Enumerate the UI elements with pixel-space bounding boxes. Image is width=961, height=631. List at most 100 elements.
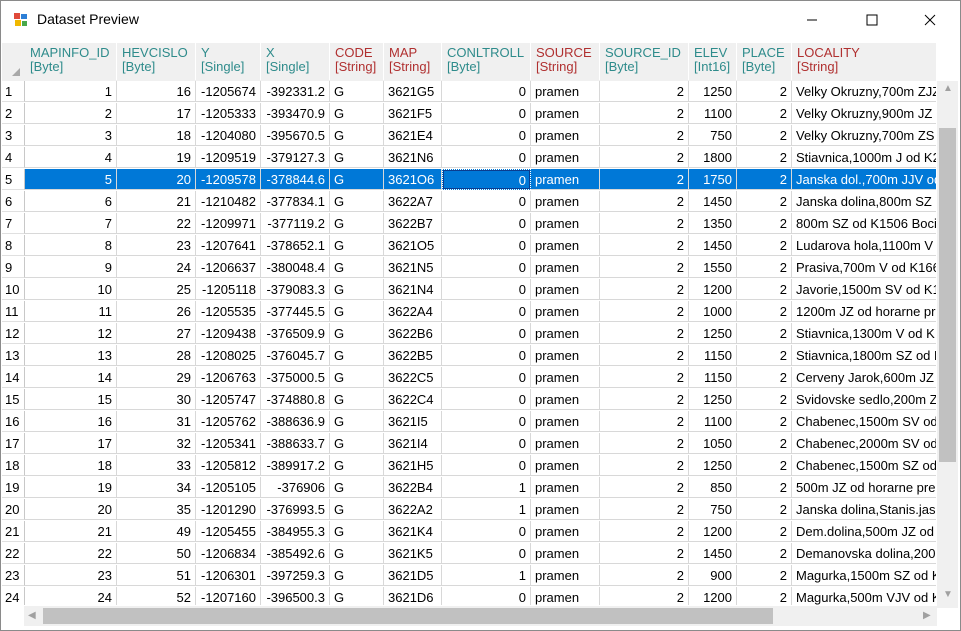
cell-y[interactable]: -1205812 [196, 455, 261, 476]
cell-map[interactable]: 3621I5 [384, 411, 442, 432]
table-row[interactable]: 17 17 32 -1205341 -388633.7 G 3621I4 0 pramen 2 10… [2, 433, 936, 455]
cell-hevcislo[interactable]: 22 [117, 213, 196, 234]
cell-source[interactable]: pramen [531, 521, 600, 542]
cell-source[interactable]: pramen [531, 499, 600, 520]
cell-mapinfo-id[interactable]: 21 [25, 521, 117, 542]
row-header[interactable]: 4 [2, 147, 25, 168]
cell-conltroll[interactable]: 0 [442, 433, 531, 454]
cell-hevcislo[interactable]: 20 [117, 169, 196, 190]
cell-elev[interactable]: 1150 [689, 367, 737, 388]
cell-place[interactable]: 2 [737, 301, 792, 322]
cell-map[interactable]: 3621D5 [384, 565, 442, 586]
column-header-hevcislo[interactable]: HEVCISLO [Byte] [117, 43, 196, 80]
cell-mapinfo-id[interactable]: 16 [25, 411, 117, 432]
cell-y[interactable]: -1205105 [196, 477, 261, 498]
cell-locality[interactable]: Chabenec,2000m SV od [792, 433, 936, 454]
minimize-button[interactable] [789, 1, 835, 39]
cell-source[interactable]: pramen [531, 301, 600, 322]
cell-hevcislo[interactable]: 25 [117, 279, 196, 300]
table-row[interactable]: 13 13 28 -1208025 -376045.7 G 3622B5 0 pramen 2 11… [2, 345, 936, 367]
cell-source[interactable]: pramen [531, 81, 600, 102]
cell-locality[interactable]: Cerveny Jarok,600m JZ [792, 367, 936, 388]
cell-place[interactable]: 2 [737, 323, 792, 344]
cell-source[interactable]: pramen [531, 191, 600, 212]
cell-mapinfo-id[interactable]: 7 [25, 213, 117, 234]
cell-y[interactable]: -1209971 [196, 213, 261, 234]
cell-code[interactable]: G [330, 389, 384, 410]
cell-elev[interactable]: 1100 [689, 103, 737, 124]
cell-map[interactable]: 3621E4 [384, 125, 442, 146]
cell-source-id[interactable]: 2 [600, 411, 689, 432]
cell-locality[interactable]: Janska dolina,800m SZ od [792, 191, 936, 212]
cell-code[interactable]: G [330, 367, 384, 388]
cell-map[interactable]: 3621N5 [384, 257, 442, 278]
column-header-place[interactable]: PLACE [Byte] [737, 43, 792, 80]
table-row[interactable]: 24 24 52 -1207160 -396500.3 G 3621D6 0 pramen 2 12… [2, 587, 936, 605]
cell-code[interactable]: G [330, 169, 384, 190]
cell-locality[interactable]: Magurka,500m VJV od K [792, 587, 936, 605]
cell-elev[interactable]: 1350 [689, 213, 737, 234]
cell-conltroll[interactable]: 1 [442, 499, 531, 520]
column-header-source-id[interactable]: SOURCE_ID [Byte] [600, 43, 689, 80]
cell-x[interactable]: -389917.2 [261, 455, 330, 476]
table-row[interactable]: 8 8 23 -1207641 -378652.1 G 3621O5 0 pramen 2 1450… [2, 235, 936, 257]
cell-elev[interactable]: 1450 [689, 191, 737, 212]
cell-source[interactable]: pramen [531, 411, 600, 432]
table-row[interactable]: 20 20 35 -1201290 -376993.5 G 3622A2 1 pramen 2 75… [2, 499, 936, 521]
cell-elev[interactable]: 1250 [689, 455, 737, 476]
cell-elev[interactable]: 1450 [689, 235, 737, 256]
row-header[interactable]: 8 [2, 235, 25, 256]
cell-locality[interactable]: Velky Okruzny,900m JZ [792, 103, 936, 124]
row-header[interactable]: 19 [2, 477, 25, 498]
cell-x[interactable]: -380048.4 [261, 257, 330, 278]
cell-mapinfo-id[interactable]: 2 [25, 103, 117, 124]
cell-source-id[interactable]: 2 [600, 147, 689, 168]
cell-code[interactable]: G [330, 499, 384, 520]
cell-map[interactable]: 3621I4 [384, 433, 442, 454]
cell-hevcislo[interactable]: 23 [117, 235, 196, 256]
row-header[interactable]: 12 [2, 323, 25, 344]
cell-x[interactable]: -376906 [261, 477, 330, 498]
cell-elev[interactable]: 1050 [689, 433, 737, 454]
cell-elev[interactable]: 900 [689, 565, 737, 586]
row-header[interactable]: 21 [2, 521, 25, 542]
cell-map[interactable]: 3622B6 [384, 323, 442, 344]
cell-elev[interactable]: 1000 [689, 301, 737, 322]
cell-conltroll[interactable]: 0 [442, 587, 531, 605]
cell-place[interactable]: 2 [737, 543, 792, 564]
cell-x[interactable]: -376993.5 [261, 499, 330, 520]
cell-elev[interactable]: 1150 [689, 345, 737, 366]
cell-locality[interactable]: 1200m JZ od horarne pre [792, 301, 936, 322]
cell-place[interactable]: 2 [737, 345, 792, 366]
cell-mapinfo-id[interactable]: 15 [25, 389, 117, 410]
cell-code[interactable]: G [330, 103, 384, 124]
cell-hevcislo[interactable]: 31 [117, 411, 196, 432]
cell-source-id[interactable]: 2 [600, 125, 689, 146]
cell-y[interactable]: -1205455 [196, 521, 261, 542]
cell-source-id[interactable]: 2 [600, 433, 689, 454]
cell-locality[interactable]: Dem.dolina,500m JZ od [792, 521, 936, 542]
scroll-up-icon[interactable]: ▲ [943, 83, 953, 94]
cell-place[interactable]: 2 [737, 367, 792, 388]
cell-conltroll[interactable]: 0 [442, 411, 531, 432]
cell-hevcislo[interactable]: 30 [117, 389, 196, 410]
cell-elev[interactable]: 750 [689, 499, 737, 520]
cell-x[interactable]: -395670.5 [261, 125, 330, 146]
cell-code[interactable]: G [330, 279, 384, 300]
cell-source[interactable]: pramen [531, 433, 600, 454]
cell-source[interactable]: pramen [531, 345, 600, 366]
cell-conltroll[interactable]: 0 [442, 191, 531, 212]
cell-locality[interactable]: Chabenec,1500m SV od [792, 411, 936, 432]
cell-x[interactable]: -378652.1 [261, 235, 330, 256]
cell-mapinfo-id[interactable]: 5 [25, 169, 117, 190]
cell-source-id[interactable]: 2 [600, 565, 689, 586]
cell-place[interactable]: 2 [737, 191, 792, 212]
table-row[interactable]: 1 1 16 -1205674 -392331.2 G 3621G5 0 pramen 2 1250… [2, 81, 936, 103]
row-header[interactable]: 20 [2, 499, 25, 520]
table-row[interactable]: 5 5 20 -1209578 -378844.6 G 3621O6 0 pramen 2 1750… [2, 169, 936, 191]
cell-place[interactable]: 2 [737, 521, 792, 542]
cell-mapinfo-id[interactable]: 4 [25, 147, 117, 168]
cell-conltroll[interactable]: 0 [442, 455, 531, 476]
cell-hevcislo[interactable]: 16 [117, 81, 196, 102]
cell-source-id[interactable]: 2 [600, 81, 689, 102]
